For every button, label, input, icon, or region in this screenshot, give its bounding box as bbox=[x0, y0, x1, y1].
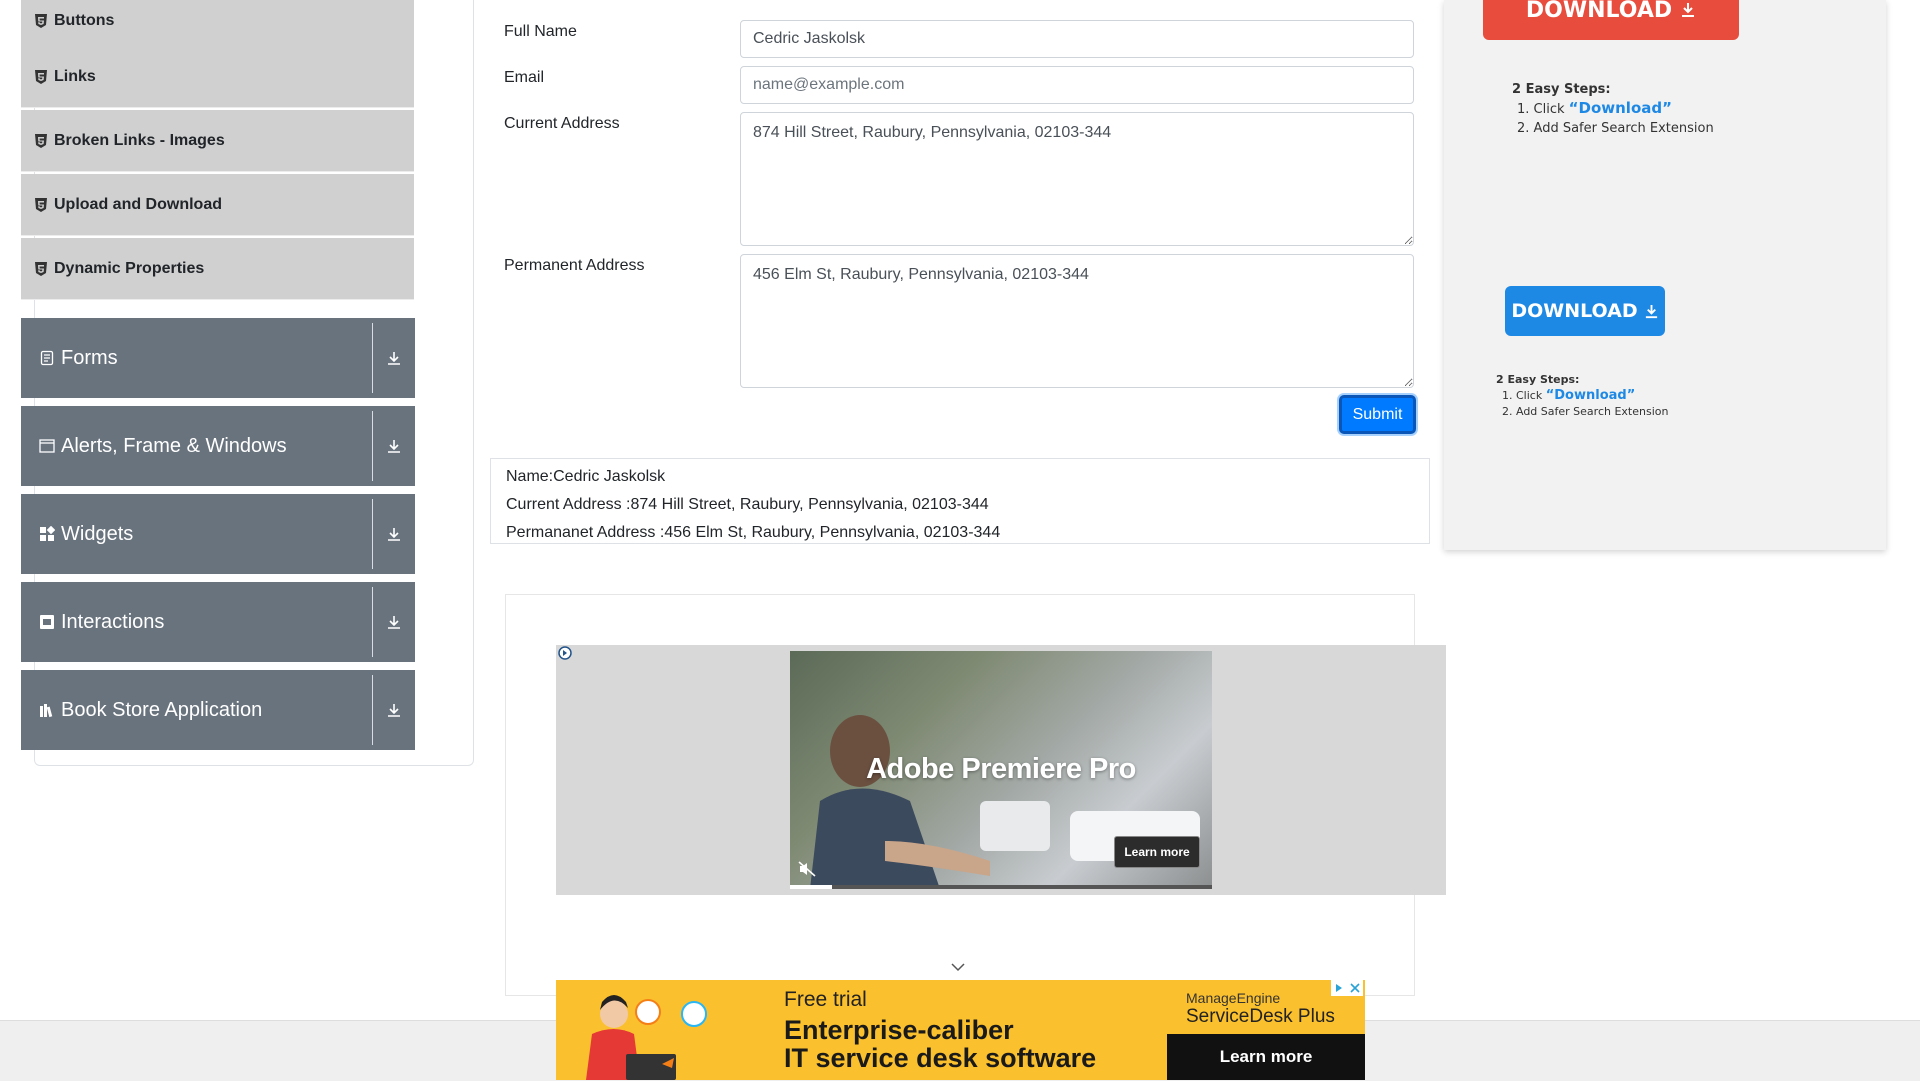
permanent-address-label: Permanent Address bbox=[504, 257, 645, 274]
banner-brand-bottom: ServiceDesk Plus bbox=[1186, 1006, 1335, 1027]
sidebar-item-broken-links[interactable]: Broken Links - Images bbox=[21, 110, 414, 172]
sidebar-item-upload-download[interactable]: Upload and Download bbox=[21, 174, 414, 236]
email-input[interactable] bbox=[740, 66, 1414, 104]
steps-block-2: 2 Easy Steps: 1. Click “Download” 2. Add… bbox=[1496, 372, 1668, 420]
sidebar-item-label: Links bbox=[54, 67, 96, 85]
banner-headline-2: IT service desk software bbox=[784, 1043, 1097, 1073]
interactions-icon bbox=[40, 615, 54, 629]
step1-link[interactable]: “Download” bbox=[1569, 99, 1672, 117]
chevron-down-icon[interactable] bbox=[951, 963, 965, 972]
group-label: Alerts, Frame & Windows bbox=[61, 434, 287, 457]
right-ad-panel: DOWNLOAD 2 Easy Steps: 1. Click “Downloa… bbox=[1444, 0, 1886, 550]
email-label: Email bbox=[504, 69, 545, 86]
steps-title: 2 Easy Steps: bbox=[1512, 82, 1611, 97]
output-panel: Name:Cedric Jaskolsk Current Address :87… bbox=[490, 458, 1430, 544]
download-arrow-icon[interactable] bbox=[373, 406, 415, 486]
output-permanent-address: Permananet Address :456 Elm St, Raubury,… bbox=[506, 524, 1001, 541]
bottom-banner-ad[interactable]: Free trial Enterprise-caliber IT service… bbox=[556, 980, 1365, 1080]
sidebar-item-links[interactable]: Links bbox=[21, 46, 414, 108]
sidebar-item-label: Dynamic Properties bbox=[54, 259, 205, 277]
books-icon bbox=[40, 704, 53, 718]
step1-prefix: 1. Click bbox=[1517, 102, 1569, 117]
download-arrow-icon[interactable] bbox=[373, 318, 415, 398]
video-ad-title: Adobe Premiere Pro bbox=[866, 753, 1136, 785]
steps-title: 2 Easy Steps: bbox=[1496, 373, 1580, 386]
form-icon bbox=[40, 350, 54, 366]
sidebar-group-alerts[interactable]: Alerts, Frame & Windows bbox=[21, 406, 415, 486]
mute-icon[interactable] bbox=[798, 861, 816, 877]
window-icon bbox=[39, 439, 55, 453]
full-name-label: Full Name bbox=[504, 23, 577, 40]
video-player[interactable]: Adobe Premiere Pro Learn more bbox=[790, 651, 1212, 889]
permanent-address-textarea[interactable]: 456 Elm St, Raubury, Pennsylvania, 02103… bbox=[740, 254, 1414, 388]
banner-illustration bbox=[586, 995, 707, 1080]
submit-button[interactable]: Submit bbox=[1339, 395, 1416, 434]
video-progress-fill bbox=[790, 885, 833, 889]
html5-icon bbox=[35, 69, 47, 84]
banner-headline: Enterprise-caliber IT service desk softw… bbox=[784, 1016, 1096, 1072]
sidebar-item-buttons[interactable]: Buttons bbox=[21, 0, 414, 52]
widgets-icon bbox=[40, 526, 55, 541]
step2: 2. Add Safer Search Extension bbox=[1517, 121, 1714, 136]
html5-icon bbox=[35, 13, 47, 28]
banner-free-trial: Free trial bbox=[784, 988, 867, 1011]
download-button-blue[interactable]: DOWNLOAD bbox=[1505, 286, 1665, 336]
step2: 2. Add Safer Search Extension bbox=[1502, 405, 1669, 418]
download-arrow-icon[interactable] bbox=[373, 582, 415, 662]
full-name-input[interactable] bbox=[740, 20, 1414, 58]
sidebar-group-forms[interactable]: Forms bbox=[21, 318, 415, 398]
group-label: Widgets bbox=[61, 522, 134, 545]
ad-close-icon[interactable] bbox=[1331, 980, 1363, 996]
sidebar-item-label: Broken Links - Images bbox=[54, 131, 225, 149]
download-arrow-icon[interactable] bbox=[373, 670, 415, 750]
video-learn-more-button[interactable]: Learn more bbox=[1114, 836, 1200, 868]
sidebar-group-interactions[interactable]: Interactions bbox=[21, 582, 415, 662]
download-label: DOWNLOAD bbox=[1511, 300, 1638, 322]
banner-headline-1: Enterprise-caliber bbox=[784, 1015, 1014, 1045]
sidebar-group-bookstore[interactable]: Book Store Application bbox=[21, 670, 415, 750]
download-arrow-icon[interactable] bbox=[373, 494, 415, 574]
banner-learn-more-button[interactable]: Learn more bbox=[1167, 1034, 1365, 1080]
html5-icon bbox=[35, 133, 47, 148]
download-icon bbox=[1645, 304, 1657, 318]
current-address-label: Current Address bbox=[504, 115, 620, 132]
html5-icon bbox=[35, 197, 47, 212]
sidebar-item-label: Upload and Download bbox=[54, 195, 222, 213]
sidebar-item-dynamic-properties[interactable]: Dynamic Properties bbox=[21, 238, 414, 300]
output-name: Name:Cedric Jaskolsk bbox=[506, 468, 666, 485]
download-button-red[interactable]: DOWNLOAD bbox=[1483, 0, 1739, 40]
html5-icon bbox=[35, 261, 47, 276]
download-label: DOWNLOAD bbox=[1525, 0, 1673, 23]
output-current-address: Current Address :874 Hill Street, Raubur… bbox=[506, 496, 989, 513]
group-label: Forms bbox=[61, 346, 118, 369]
download-icon bbox=[1682, 3, 1695, 17]
current-address-textarea[interactable]: 874 Hill Street, Raubury, Pennsylvania, … bbox=[740, 112, 1414, 246]
group-label: Interactions bbox=[61, 610, 165, 633]
step1-prefix: 1. Click bbox=[1502, 389, 1546, 402]
sidebar-group-widgets[interactable]: Widgets bbox=[21, 494, 415, 574]
video-progress-track[interactable] bbox=[790, 885, 1212, 889]
step1-link[interactable]: “Download” bbox=[1546, 388, 1636, 403]
steps-block-1: 2 Easy Steps: 1. Click “Download” 2. Add… bbox=[1512, 80, 1714, 138]
sidebar-item-label: Buttons bbox=[54, 11, 115, 29]
ad-choices-icon[interactable] bbox=[558, 645, 572, 661]
banner-brand-top: ManageEngine bbox=[1186, 990, 1281, 1006]
group-label: Book Store Application bbox=[61, 698, 263, 721]
